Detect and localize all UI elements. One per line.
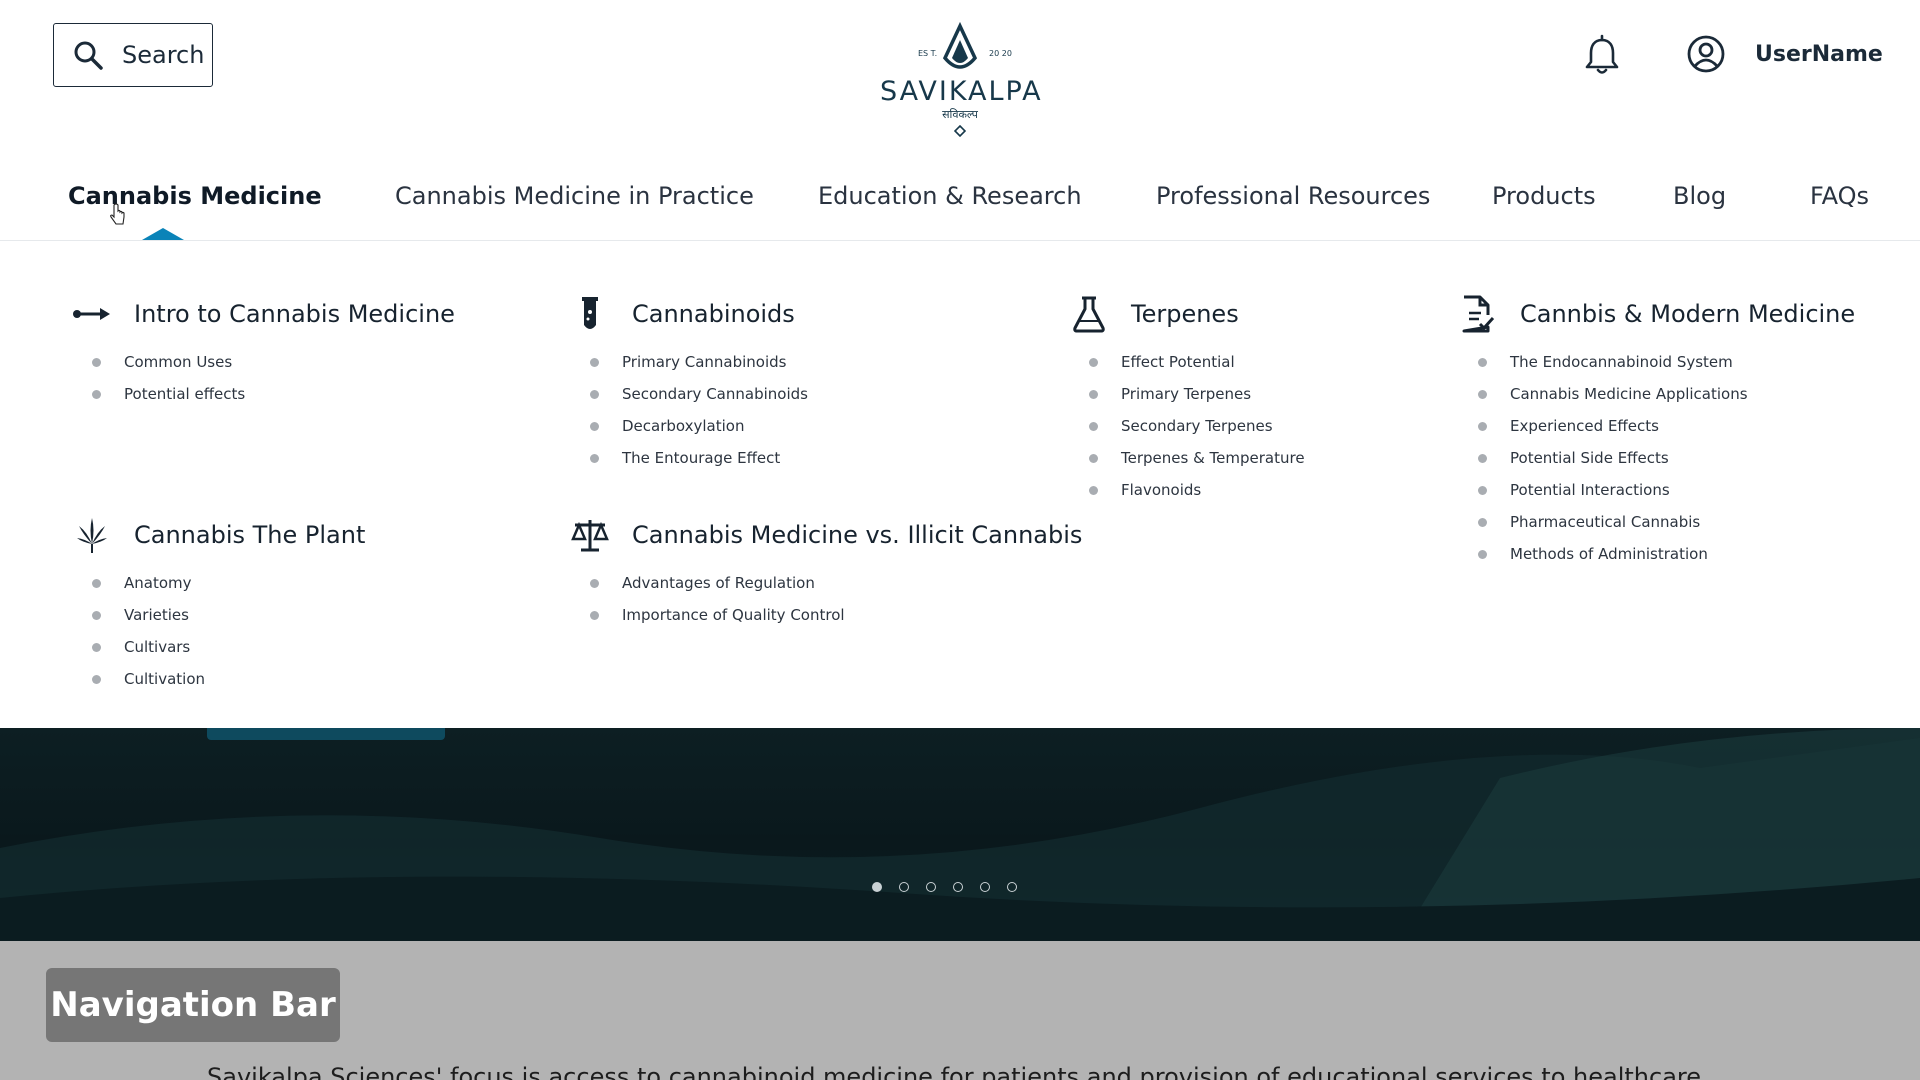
menu-link[interactable]: Potential Side Effects (1478, 442, 1855, 474)
arrow-right-icon (72, 294, 112, 334)
menu-group-title: Terpenes (1131, 300, 1239, 328)
menu-group-header[interactable]: Cannbis & Modern Medicine (1458, 294, 1855, 334)
logo-diamond-icon (954, 125, 966, 137)
logo-est-right: 20 20 (989, 49, 1012, 58)
scales-icon (570, 515, 610, 555)
menu-link[interactable]: Anatomy (92, 567, 365, 599)
menu-link[interactable]: The Endocannabinoid System (1478, 346, 1855, 378)
menu-group-cannabinoids: Cannabinoids Primary Cannabinoids Second… (570, 294, 808, 474)
active-nav-indicator (142, 228, 184, 240)
menu-group-the-plant: Cannabis The Plant Anatomy Varieties Cul… (72, 515, 365, 695)
bell-icon[interactable] (1580, 34, 1624, 78)
menu-group-header[interactable]: Cannabinoids (570, 294, 808, 334)
carousel-dot[interactable] (953, 882, 963, 892)
nav-item-blog[interactable]: Blog (1673, 182, 1726, 210)
intro-paragraph: Savikalpa Sciences' focus is access to c… (207, 1063, 1701, 1080)
menu-link[interactable]: Methods of Administration (1478, 538, 1855, 570)
menu-group-header[interactable]: Intro to Cannabis Medicine (72, 294, 455, 334)
menu-group-terpenes: Terpenes Effect Potential Primary Terpen… (1069, 294, 1305, 506)
intro-section: Navigation Bar Savikalpa Sciences' focus… (0, 941, 1920, 1080)
menu-group-header[interactable]: Cannabis The Plant (72, 515, 365, 555)
menu-group-medicine-vs-illicit: Cannabis Medicine vs. Illicit Cannabis A… (570, 515, 1082, 631)
menu-link[interactable]: Secondary Terpenes (1089, 410, 1305, 442)
carousel-pagination (872, 882, 1017, 892)
menu-group-list: Anatomy Varieties Cultivars Cultivation (72, 567, 365, 695)
carousel-dot[interactable] (980, 882, 990, 892)
menu-group-modern-medicine: Cannbis & Modern Medicine The Endocannab… (1458, 294, 1855, 570)
annotation-badge: Navigation Bar (46, 968, 340, 1042)
nav-item-faqs[interactable]: FAQs (1810, 182, 1869, 210)
menu-link[interactable]: Advantages of Regulation (590, 567, 1082, 599)
menu-group-header[interactable]: Terpenes (1069, 294, 1305, 334)
hero-background-image (0, 728, 1920, 941)
carousel-dot[interactable] (926, 882, 936, 892)
menu-link[interactable]: Experienced Effects (1478, 410, 1855, 442)
flask-icon (1069, 294, 1109, 334)
menu-group-list: Effect Potential Primary Terpenes Second… (1069, 346, 1305, 506)
menu-group-list: Advantages of Regulation Importance of Q… (570, 567, 1082, 631)
menu-group-intro: Intro to Cannabis Medicine Common Uses P… (72, 294, 455, 410)
carousel-dot[interactable] (1007, 882, 1017, 892)
nav-item-products[interactable]: Products (1492, 182, 1596, 210)
carousel-dot[interactable] (872, 882, 882, 892)
user-avatar-icon[interactable] (1686, 34, 1726, 74)
site-logo[interactable]: ES T. 20 20 SAVIKALPA सविकल्प (880, 22, 1043, 142)
menu-link[interactable]: Cannabis Medicine Applications (1478, 378, 1855, 410)
menu-group-header[interactable]: Cannabis Medicine vs. Illicit Cannabis (570, 515, 1082, 555)
menu-group-title: Intro to Cannabis Medicine (134, 300, 455, 328)
mouse-cursor-icon (110, 203, 125, 225)
menu-group-list: Primary Cannabinoids Secondary Cannabino… (570, 346, 808, 474)
menu-link[interactable]: The Entourage Effect (590, 442, 808, 474)
menu-group-list: The Endocannabinoid System Cannabis Medi… (1458, 346, 1855, 570)
logo-est-left: ES T. (918, 49, 937, 58)
menu-group-title: Cannabinoids (632, 300, 795, 328)
carousel-dot[interactable] (899, 882, 909, 892)
search-label: Search (122, 41, 205, 69)
mega-menu-panel: Intro to Cannabis Medicine Common Uses P… (0, 241, 1920, 728)
test-tube-icon (570, 294, 610, 334)
menu-link[interactable]: Common Uses (92, 346, 455, 378)
nav-item-cannabis-medicine-in-practice[interactable]: Cannabis Medicine in Practice (395, 182, 754, 210)
hero-carousel (0, 728, 1920, 941)
document-check-icon (1458, 294, 1498, 334)
menu-link[interactable]: Primary Cannabinoids (590, 346, 808, 378)
menu-link[interactable]: Flavonoids (1089, 474, 1305, 506)
main-nav: Cannabis Medicine Cannabis Medicine in P… (0, 170, 1920, 240)
search-box[interactable]: Search (53, 23, 213, 87)
nav-item-education-research[interactable]: Education & Research (818, 182, 1082, 210)
hero-cta-button-edge[interactable] (207, 728, 445, 740)
menu-link[interactable]: Cultivars (92, 631, 365, 663)
menu-link[interactable]: Cultivation (92, 663, 365, 695)
site-header: Search ES T. 20 20 SAVIKALPA सविकल्प Use… (0, 0, 1920, 240)
menu-group-list: Common Uses Potential effects (72, 346, 455, 410)
menu-link[interactable]: Varieties (92, 599, 365, 631)
menu-link[interactable]: Effect Potential (1089, 346, 1305, 378)
nav-item-professional-resources[interactable]: Professional Resources (1156, 182, 1430, 210)
logo-subtitle: सविकल्प (942, 109, 978, 121)
menu-group-title: Cannbis & Modern Medicine (1520, 300, 1856, 328)
logo-wordmark: SAVIKALPA (880, 76, 1043, 107)
menu-group-title: Cannabis The Plant (134, 521, 366, 549)
menu-link[interactable]: Potential Interactions (1478, 474, 1855, 506)
cannabis-leaf-icon (72, 515, 112, 555)
menu-group-title: Cannabis Medicine vs. Illicit Cannabis (632, 521, 1083, 549)
username[interactable]: UserName (1755, 42, 1883, 67)
menu-link[interactable]: Pharmaceutical Cannabis (1478, 506, 1855, 538)
menu-link[interactable]: Secondary Cannabinoids (590, 378, 808, 410)
logo-drop-icon: ES T. 20 20 (918, 22, 1012, 69)
nav-item-cannabis-medicine[interactable]: Cannabis Medicine (68, 182, 322, 210)
menu-link[interactable]: Importance of Quality Control (590, 599, 1082, 631)
menu-link[interactable]: Primary Terpenes (1089, 378, 1305, 410)
menu-link[interactable]: Decarboxylation (590, 410, 808, 442)
search-icon (74, 41, 103, 70)
menu-link[interactable]: Terpenes & Temperature (1089, 442, 1305, 474)
menu-link[interactable]: Potential effects (92, 378, 455, 410)
